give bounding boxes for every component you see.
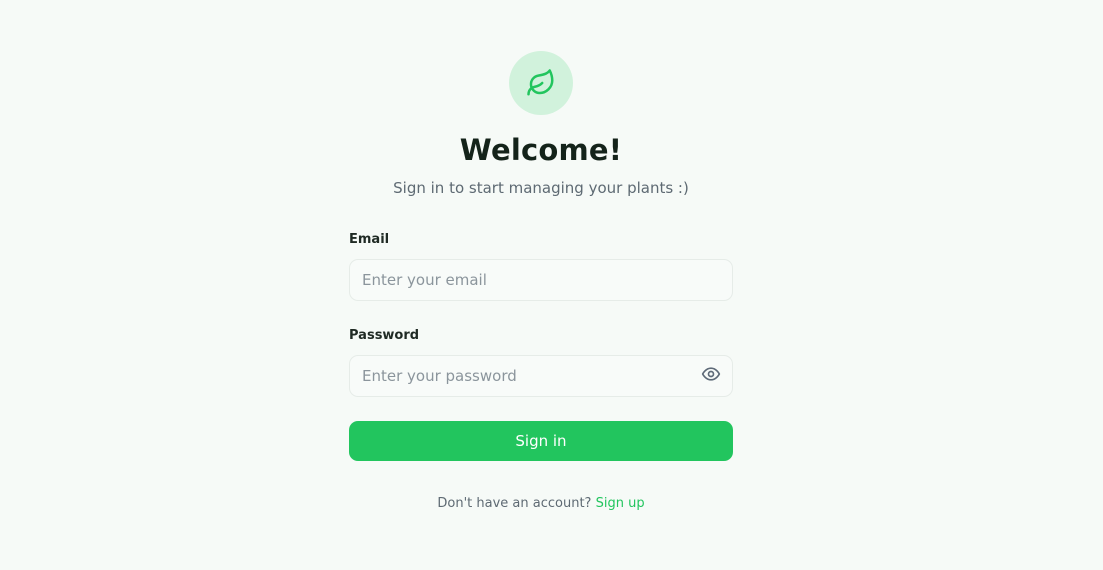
sign-in-button[interactable]: Sign in — [349, 421, 733, 461]
sign-up-link[interactable]: Sign up — [596, 496, 645, 511]
login-page: Welcome! Sign in to start managing your … — [0, 0, 1103, 570]
eye-icon — [701, 364, 721, 388]
sign-in-form: Email Password Sign in — [349, 230, 733, 514]
page-title: Welcome! — [459, 133, 623, 167]
show-password-toggle[interactable] — [700, 366, 722, 386]
sign-up-prompt: Don't have an account? Sign up — [349, 494, 733, 514]
password-field-group: Password — [349, 326, 733, 397]
password-label: Password — [349, 328, 420, 343]
email-input-wrapper — [349, 259, 733, 301]
page-subtitle: Sign in to start managing your plants :) — [393, 179, 689, 197]
email-input[interactable] — [349, 259, 733, 301]
leaf-icon — [526, 68, 556, 98]
logo-badge — [509, 51, 573, 115]
email-label: Email — [349, 232, 390, 247]
password-input[interactable] — [349, 355, 733, 397]
password-input-wrapper — [349, 355, 733, 397]
sign-up-prompt-text: Don't have an account? — [437, 496, 592, 511]
email-field-group: Email — [349, 230, 733, 301]
